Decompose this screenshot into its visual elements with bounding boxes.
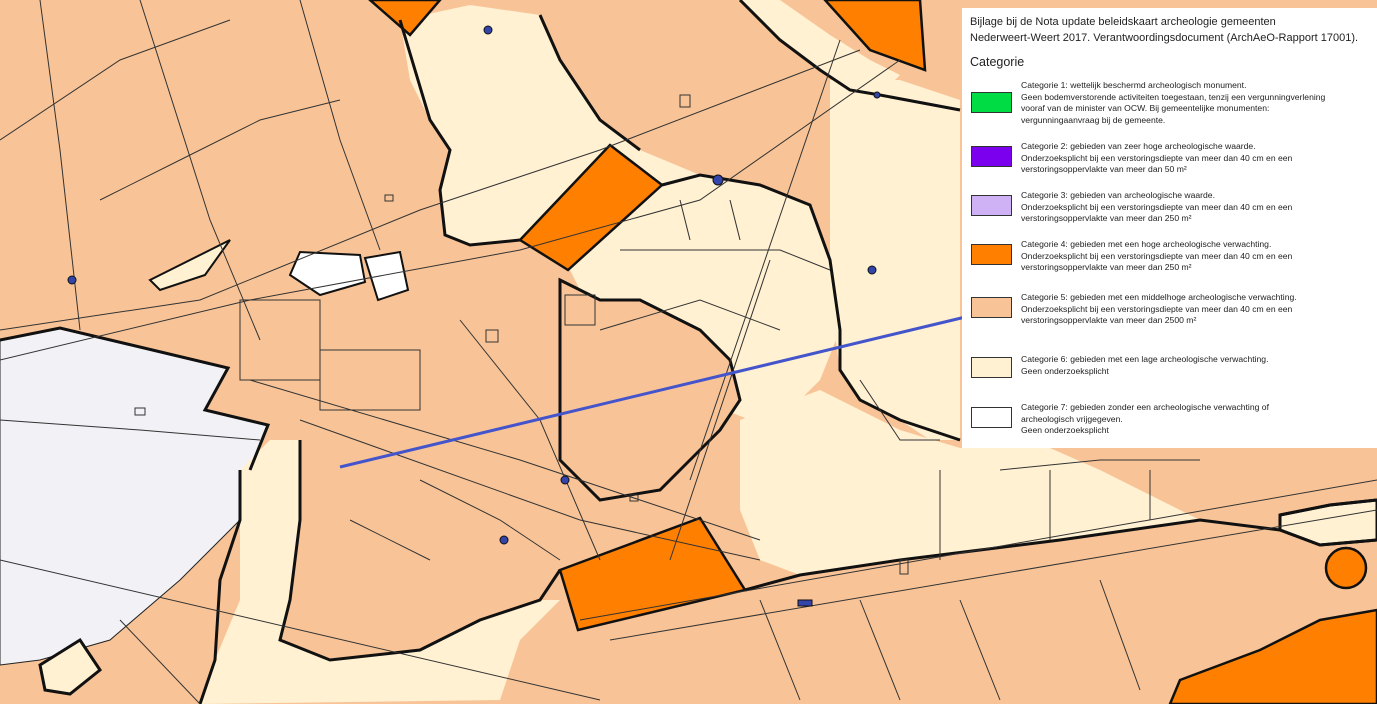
category-7-line-1: Categorie 7: gebieden zonder een archeol… [1021, 402, 1269, 412]
legend-item-category-4: Categorie 4: gebieden met een hoge arche… [971, 239, 1371, 277]
legend-item-category-5: Categorie 5: gebieden met een middelhoge… [971, 292, 1371, 330]
legend-title-line-2: Nederweert-Weert 2017. Verantwoordingsdo… [970, 32, 1359, 44]
category-1-line-2: Geen bodemverstorende activiteiten toege… [1021, 91, 1326, 102]
legend-title-line-1: Bijlage bij de Nota update beleidskaart … [970, 16, 1276, 28]
category-5-swatch [971, 297, 1012, 318]
category-4-line-2: Onderzoeksplicht bij een verstoringsdiep… [1021, 250, 1293, 261]
category-1-line-1: Categorie 1: wettelijk beschermd archeol… [1021, 80, 1247, 90]
category-1-line-4: vergunningaanvraag bij de gemeente. [1021, 114, 1166, 125]
category-2-line-1: Categorie 2: gebieden van zeer hoge arch… [1021, 141, 1256, 151]
category-6-line-1: Categorie 6: gebieden met een lage arche… [1021, 354, 1269, 364]
legend-item-category-3: Categorie 3: gebieden van archeologische… [971, 190, 1371, 228]
category-3-line-3: verstoringsoppervlakte van meer dan 250 … [1021, 213, 1192, 224]
category-2-line-2: Onderzoeksplicht bij een verstoringsdiep… [1021, 152, 1293, 163]
category-5-line-3: verstoringsoppervlakte van meer dan 2500… [1021, 315, 1197, 326]
category-2-line-3: verstoringsoppervlakte van meer dan 50 m… [1021, 164, 1187, 175]
legend-item-category-6: Categorie 6: gebieden met een lage arche… [971, 354, 1371, 382]
legend-item-category-2: Categorie 2: gebieden van zeer hoge arch… [971, 141, 1371, 179]
category-4-swatch [971, 244, 1012, 265]
legend-item-category-7: Categorie 7: gebieden zonder een archeol… [971, 402, 1371, 440]
category-2-swatch [971, 146, 1012, 167]
category-6-swatch [971, 357, 1012, 378]
category-4-text: Categorie 4: gebieden met een hoge arche… [1021, 239, 1371, 274]
category-4-line-3: verstoringsoppervlakte van meer dan 250 … [1021, 262, 1192, 273]
category-3-line-1: Categorie 3: gebieden van archeologische… [1021, 190, 1215, 200]
category-4-line-1: Categorie 4: gebieden met een hoge arche… [1021, 239, 1272, 249]
category-3-swatch [971, 195, 1012, 216]
category-5-line-1: Categorie 5: gebieden met een middelhoge… [1021, 292, 1297, 302]
category-1-swatch [971, 92, 1012, 113]
category-1-line-3: vooraf van de minister van OCW. Bij geme… [1021, 103, 1270, 114]
category-7-swatch [971, 407, 1012, 428]
category-3-text: Categorie 3: gebieden van archeologische… [1021, 190, 1371, 225]
category-1-text: Categorie 1: wettelijk beschermd archeol… [1021, 80, 1371, 126]
category-6-text: Categorie 6: gebieden met een lage arche… [1021, 354, 1371, 377]
category-7-text: Categorie 7: gebieden zonder een archeol… [1021, 402, 1371, 437]
category-5-text: Categorie 5: gebieden met een middelhoge… [1021, 292, 1371, 327]
category-7-line-2: archeologisch vrijgegeven. [1021, 413, 1123, 424]
category-3-line-2: Onderzoeksplicht bij een verstoringsdiep… [1021, 201, 1293, 212]
map-legend: Bijlage bij de Nota update beleidskaart … [962, 8, 1377, 448]
legend-item-category-1: Categorie 1: wettelijk beschermd archeol… [971, 80, 1371, 130]
legend-heading: Categorie [970, 55, 1025, 69]
category-6-line-2: Geen onderzoeksplicht [1021, 365, 1109, 376]
category-2-text: Categorie 2: gebieden van zeer hoge arch… [1021, 141, 1371, 176]
category-5-line-2: Onderzoeksplicht bij een verstoringsdiep… [1021, 303, 1293, 314]
category-4-area-f [1324, 546, 1368, 590]
category-7-line-3: Geen onderzoeksplicht [1021, 425, 1109, 436]
